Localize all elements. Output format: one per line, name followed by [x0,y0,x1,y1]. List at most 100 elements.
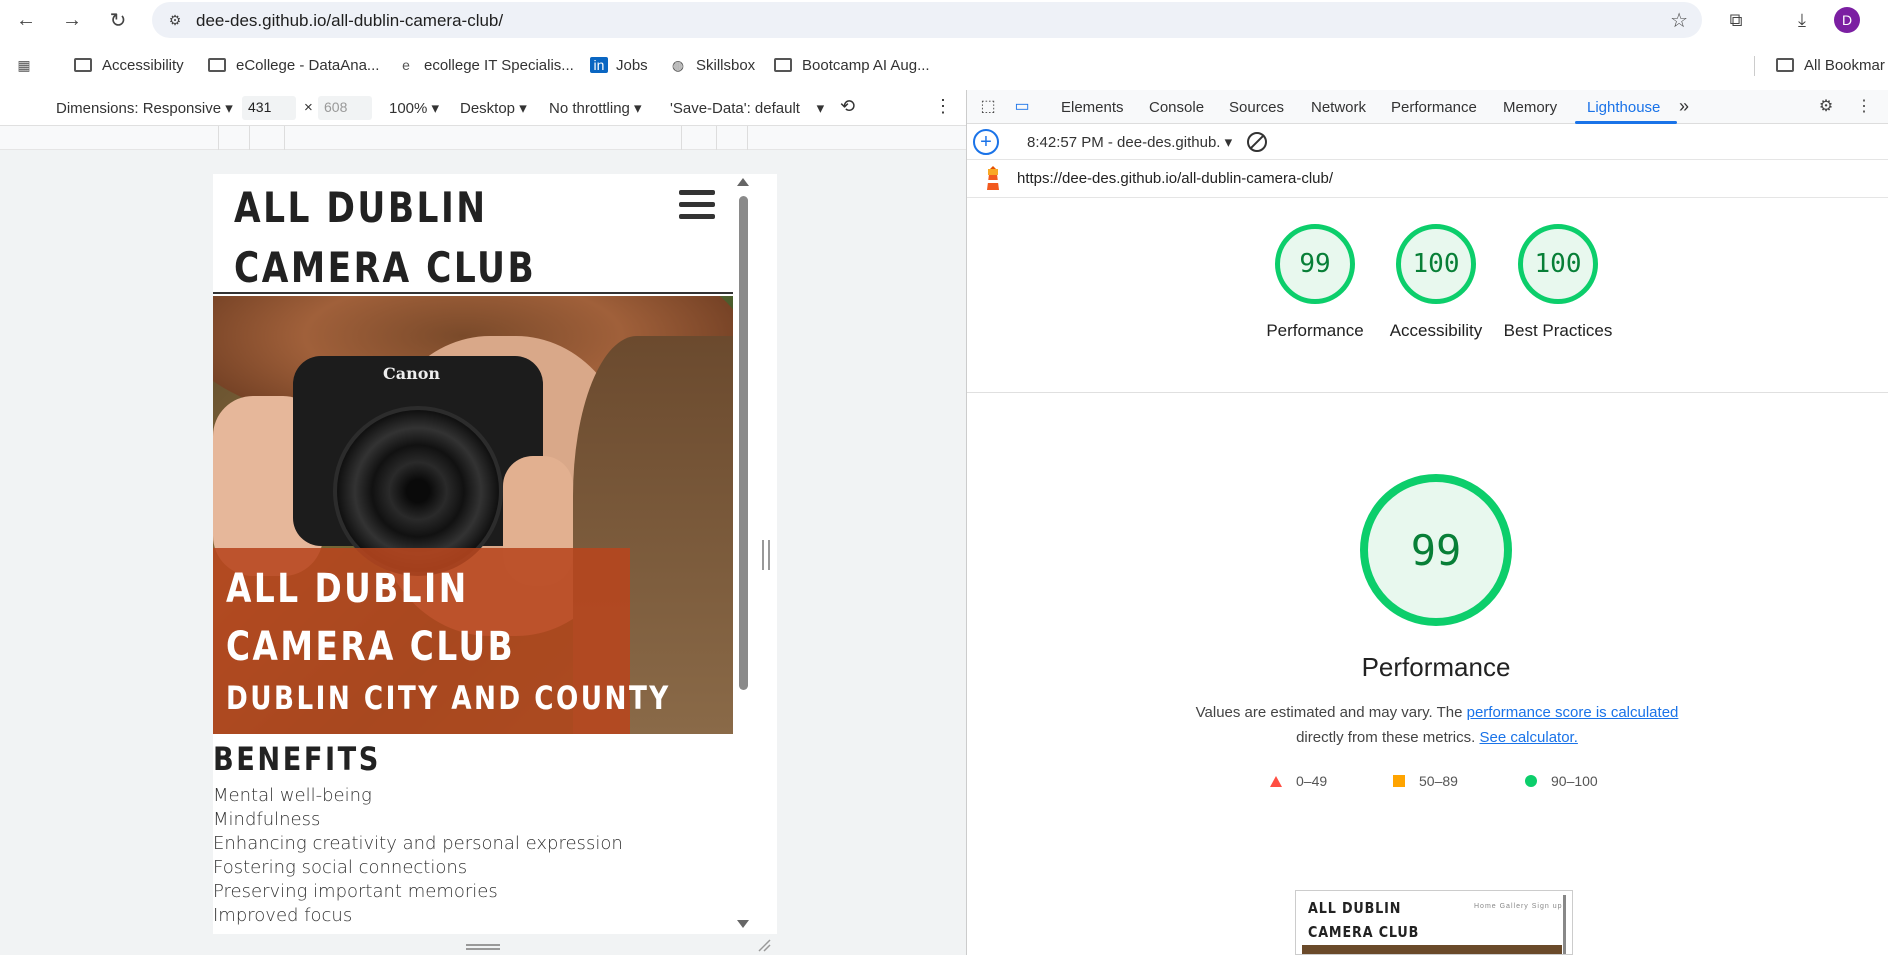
bookmark-accessibility[interactable]: Accessibility [74,54,184,76]
best-practices-gauge-label: Best Practices [1503,321,1613,340]
download-icon[interactable]: ⤓ [1786,4,1818,36]
bookmark-ecollege-it[interactable]: e ecollege IT Specialis... [396,54,574,76]
bookmark-skillsbox[interactable]: ◍ Skillsbox [668,54,755,76]
clear-reports-icon[interactable] [1247,132,1267,152]
devtools-menu-icon[interactable]: ⋮ [1853,96,1875,118]
final-screenshot-thumbnail[interactable]: ALL DUBLIN CAMERA CLUB Home Gallery Sign… [1295,890,1573,955]
more-options-icon[interactable]: ⋮ [934,96,952,117]
main-performance-title: Performance [1361,652,1511,682]
legend-pass: 90–100 [1525,773,1598,789]
fail-triangle-icon [1270,775,1282,787]
list-item: Preserving important memories [213,881,498,902]
browser-toolbar: ← → ↻ ⚙ dee-des.github.io/all-dublin-cam… [0,0,1888,40]
hero-image: Canon ALL DUBLIN CAMERA CLUB DUBLIN CITY… [213,296,733,734]
device-type-dropdown[interactable]: Desktop ▾ [460,99,527,117]
times-sign: × [304,99,313,116]
tab-network[interactable]: Network [1311,99,1366,116]
edge-icon: e [402,57,410,73]
globe-icon: ◍ [671,57,685,73]
lighthouse-logo-icon [987,166,999,190]
linkedin-icon: in [590,57,608,73]
device-toggle-icon[interactable]: ▭ [1011,96,1033,118]
thumbnail-scrollbar [1563,895,1566,954]
tab-lighthouse[interactable]: Lighthouse [1587,99,1660,116]
site-header: ALL DUBLIN CAMERA CLUB [213,174,733,294]
all-bookmarks[interactable]: All Bookmar [1776,54,1885,76]
scrollbar-thumb[interactable] [739,196,748,690]
report-url[interactable]: https://dee-des.github.io/all-dublin-cam… [1017,170,1333,187]
bookmarks-bar: ▦ Accessibility eCollege - DataAna... ee… [0,48,1888,80]
page-scrollbar[interactable] [736,174,750,934]
width-input[interactable]: 431 [242,96,296,120]
address-bar[interactable]: ⚙ dee-des.github.io/all-dublin-camera-cl… [152,2,1702,38]
zoom-dropdown[interactable]: 100% ▾ [389,99,439,117]
folder-icon [74,58,92,72]
media-query-ruler[interactable] [0,126,966,150]
save-data-dropdown[interactable]: 'Save-Data': default ▾ [670,99,824,117]
url-text[interactable]: dee-des.github.io/all-dublin-camera-club… [196,11,503,31]
tab-performance[interactable]: Performance [1391,99,1477,116]
bookmark-bootcamp[interactable]: Bootcamp AI Aug... [774,54,930,76]
list-item: Improved focus [213,905,353,926]
average-square-icon [1393,775,1405,787]
new-report-icon[interactable]: + [973,129,999,155]
legend-fail: 0–49 [1270,773,1327,789]
side-resize-handle[interactable] [762,540,770,570]
forward-icon[interactable]: → [56,4,88,36]
throttling-dropdown[interactable]: No throttling ▾ [549,99,642,117]
corner-resize-icon[interactable] [757,938,771,952]
benefits-heading: BENEFITS [213,740,381,778]
more-tabs-icon[interactable]: » [1679,96,1689,117]
legend-average: 50–89 [1393,773,1458,789]
inspect-element-icon[interactable]: ⬚ [977,96,999,118]
scroll-up-icon[interactable] [737,178,749,186]
list-item: Enhancing creativity and personal expres… [213,833,623,854]
tab-memory[interactable]: Memory [1503,99,1557,116]
bottom-resize-handle[interactable] [466,944,500,950]
extensions-icon[interactable]: ⧉ [1720,4,1752,36]
folder-icon [774,58,792,72]
bookmark-jobs[interactable]: in Jobs [590,54,648,76]
height-input[interactable]: 608 [318,96,372,120]
rotate-icon[interactable]: ⟲ [840,96,855,117]
url-menu-icon[interactable]: ⋮ [1881,168,1888,188]
lighthouse-url-bar: https://dee-des.github.io/all-dublin-cam… [967,160,1888,198]
benefits-list: Mental well-being Mindfulness Enhancing … [213,784,623,928]
bookmark-ecollege-data[interactable]: eCollege - DataAna... [208,54,379,76]
tab-elements[interactable]: Elements [1061,99,1124,116]
accessibility-gauge[interactable]: 100 [1396,224,1476,304]
performance-score-link[interactable]: performance score is calculated [1467,704,1679,721]
hero-title: ALL DUBLIN CAMERA CLUB [226,566,516,670]
scroll-down-icon[interactable] [737,920,749,928]
hamburger-menu-icon[interactable] [679,190,715,220]
score-note: Values are estimated and may vary. The p… [1195,704,1679,746]
reload-icon[interactable]: ↻ [102,4,134,36]
bookmarks-divider [1754,56,1755,76]
site-info-icon[interactable]: ⚙ [166,11,184,29]
best-practices-gauge[interactable]: 100 [1518,224,1598,304]
profile-avatar[interactable]: D [1834,7,1860,33]
tab-sources[interactable]: Sources [1229,99,1284,116]
accessibility-gauge-label: Accessibility [1389,321,1483,340]
thumbnail-site-title: ALL DUBLIN CAMERA CLUB [1308,899,1420,941]
folder-icon [1776,58,1794,72]
calculator-link[interactable]: See calculator. [1479,729,1577,746]
lighthouse-toolbar: + 8:42:57 PM - dee-des.github. ▾ [967,124,1888,160]
settings-gear-icon[interactable]: ⚙ [1815,96,1837,118]
tab-console[interactable]: Console [1149,99,1204,116]
back-icon[interactable]: ← [10,4,42,36]
devtools-panel: ⬚ ▭ Elements Console Sources Network Per… [966,90,1888,955]
thumbnail-hero [1302,945,1562,954]
bookmark-star-icon[interactable]: ☆ [1670,8,1688,33]
emulated-page[interactable]: ALL DUBLIN CAMERA CLUB Canon ALL DUBLIN … [213,174,777,934]
performance-gauge-label: Performance [1266,321,1364,340]
performance-gauge[interactable]: 99 [1275,224,1355,304]
report-select[interactable]: 8:42:57 PM - dee-des.github. ▾ [1027,133,1232,151]
dimensions-dropdown[interactable]: Dimensions: Responsive ▾ [56,99,233,117]
apps-icon[interactable]: ▦ [14,54,42,76]
site-title[interactable]: ALL DUBLIN CAMERA CLUB [234,178,578,298]
hero-overlay: ALL DUBLIN CAMERA CLUB DUBLIN CITY AND C… [213,548,668,734]
list-item: Mindfulness [213,809,321,830]
device-toolbar: Dimensions: Responsive ▾ 431 × 608 100% … [0,90,966,126]
folder-icon [208,58,226,72]
